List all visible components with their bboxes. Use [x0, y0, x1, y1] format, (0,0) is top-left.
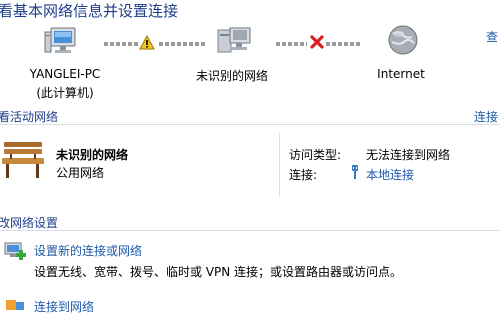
connector-dash [104, 42, 138, 46]
active-network-name: 未识别的网络 [56, 148, 129, 162]
public-network-bench-icon[interactable] [0, 140, 46, 180]
setup-new-connection-link[interactable]: 设置新的连接或网络 [34, 242, 142, 259]
change-settings-heading: 改网络设置 [0, 216, 59, 230]
section-divider [0, 124, 500, 125]
globe-icon[interactable] [387, 24, 419, 58]
section-divider [0, 230, 500, 231]
connector-dash [276, 42, 307, 46]
connector-dash [159, 42, 206, 46]
new-connection-icon[interactable] [2, 241, 28, 263]
internet-label: Internet [377, 67, 425, 81]
this-computer-subtitle: (此计算机) [36, 86, 94, 100]
active-network-type[interactable]: 公用网络 [56, 164, 104, 181]
ethernet-plug-icon [350, 165, 360, 179]
vertical-divider [279, 133, 280, 196]
error-x-icon [310, 35, 324, 49]
this-computer-name: YANGLEI-PC [29, 67, 101, 81]
connector-dash [326, 42, 360, 46]
active-networks-heading: 看活动网络 [0, 110, 59, 124]
network-icon[interactable] [216, 26, 252, 58]
unidentified-network-label: 未识别的网络 [195, 69, 268, 83]
computer-icon[interactable] [44, 26, 80, 58]
local-area-connection-link[interactable]: 本地连接 [366, 166, 414, 183]
connect-to-network-link[interactable]: 连接到网络 [34, 298, 94, 315]
warning-icon [139, 35, 155, 50]
connections-label: 连接: [289, 168, 318, 182]
connect-or-disconnect-link[interactable]: 连接 [474, 108, 498, 125]
page-title: 看基本网络信息并设置连接 [0, 2, 179, 20]
setup-new-connection-desc: 设置无线、宽带、拨号、临时或 VPN 连接；或设置路由器或访问点。 [34, 265, 403, 279]
view-full-map-link[interactable]: 查 [486, 28, 498, 45]
access-type-value: 无法连接到网络 [366, 148, 451, 162]
access-type-label: 访问类型: [289, 148, 342, 162]
connect-to-network-icon[interactable] [2, 296, 26, 310]
